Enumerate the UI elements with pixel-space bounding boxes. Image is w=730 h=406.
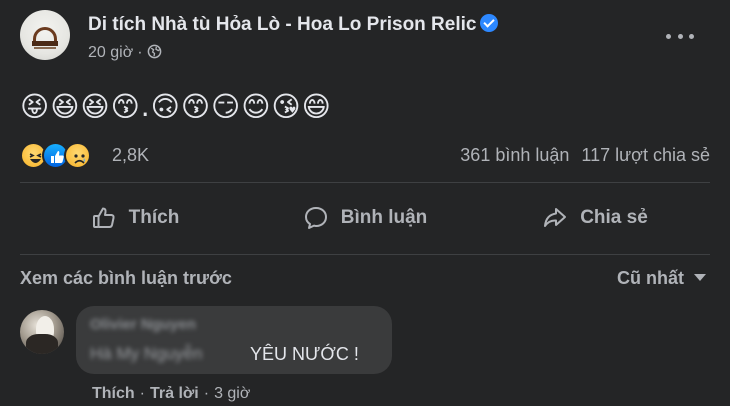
comment-bubble: Olivier Nguyen Hà My Nguyễn YÊU NƯỚC ! bbox=[76, 306, 392, 374]
page-avatar[interactable] bbox=[20, 10, 70, 60]
like-label: Thích bbox=[128, 207, 180, 228]
sort-label: Cũ nhất bbox=[617, 268, 684, 288]
comment-actions: Thích · Trả lời · 3 giờ bbox=[92, 385, 251, 402]
share-label: Chia sẻ bbox=[580, 207, 648, 228]
post-text: 😝😆😆😙.🙃😙😏😊😘😄 bbox=[20, 90, 332, 123]
view-previous-comments-link[interactable]: Xem các bình luận trước bbox=[20, 268, 232, 289]
share-icon bbox=[544, 208, 567, 227]
comment-button[interactable]: Bình luận bbox=[250, 196, 480, 240]
post-meta: 20 giờ · bbox=[88, 44, 162, 62]
shares-count[interactable]: 117 lượt chia sẻ bbox=[581, 145, 710, 165]
comment-reply-link[interactable]: Trả lời bbox=[150, 385, 199, 402]
verified-badge-icon bbox=[480, 14, 499, 32]
sort-dropdown[interactable]: Cũ nhất bbox=[617, 268, 706, 289]
comment-author[interactable]: Olivier Nguyen bbox=[90, 316, 196, 333]
comments-count[interactable]: 361 bình luận bbox=[460, 145, 569, 165]
reactions-summary[interactable] bbox=[20, 142, 104, 170]
comment-time[interactable]: 3 giờ bbox=[214, 385, 250, 402]
reaction-count[interactable]: 2,8K bbox=[112, 145, 149, 166]
comment-like-link[interactable]: Thích bbox=[92, 385, 135, 402]
comment-avatar[interactable] bbox=[20, 310, 64, 354]
post-header: Di tích Nhà tù Hỏa Lò - Hoa Lo Prison Re… bbox=[20, 10, 720, 72]
divider bbox=[20, 182, 710, 183]
like-button[interactable]: Thích bbox=[20, 196, 250, 240]
comment-tagged-user[interactable]: Hà My Nguyễn bbox=[90, 344, 202, 364]
page-name[interactable]: Di tích Nhà tù Hỏa Lò - Hoa Lo Prison Re… bbox=[88, 14, 499, 36]
comments-bar: Xem các bình luận trước Cũ nhất bbox=[20, 266, 710, 294]
thumbs-up-icon bbox=[92, 207, 115, 228]
post-actions: Thích Bình luận Chia sẻ bbox=[20, 196, 710, 240]
post-stats: 2,8K 361 bình luận 117 lượt chia sẻ bbox=[20, 140, 710, 170]
divider bbox=[20, 254, 710, 255]
comment-icon bbox=[304, 207, 327, 229]
comment-text: YÊU NƯỚC ! bbox=[250, 344, 359, 364]
more-options-icon[interactable] bbox=[666, 26, 694, 46]
globe-icon bbox=[147, 44, 161, 59]
post-time[interactable]: 20 giờ bbox=[88, 44, 133, 61]
caret-down-icon bbox=[694, 274, 706, 281]
sad-reaction-icon bbox=[64, 142, 91, 169]
comment-label: Bình luận bbox=[340, 207, 428, 228]
page-name-text[interactable]: Di tích Nhà tù Hỏa Lò - Hoa Lo Prison Re… bbox=[88, 14, 476, 35]
share-button[interactable]: Chia sẻ bbox=[480, 196, 710, 240]
engagement-counts: 361 bình luận 117 lượt chia sẻ bbox=[460, 145, 710, 166]
